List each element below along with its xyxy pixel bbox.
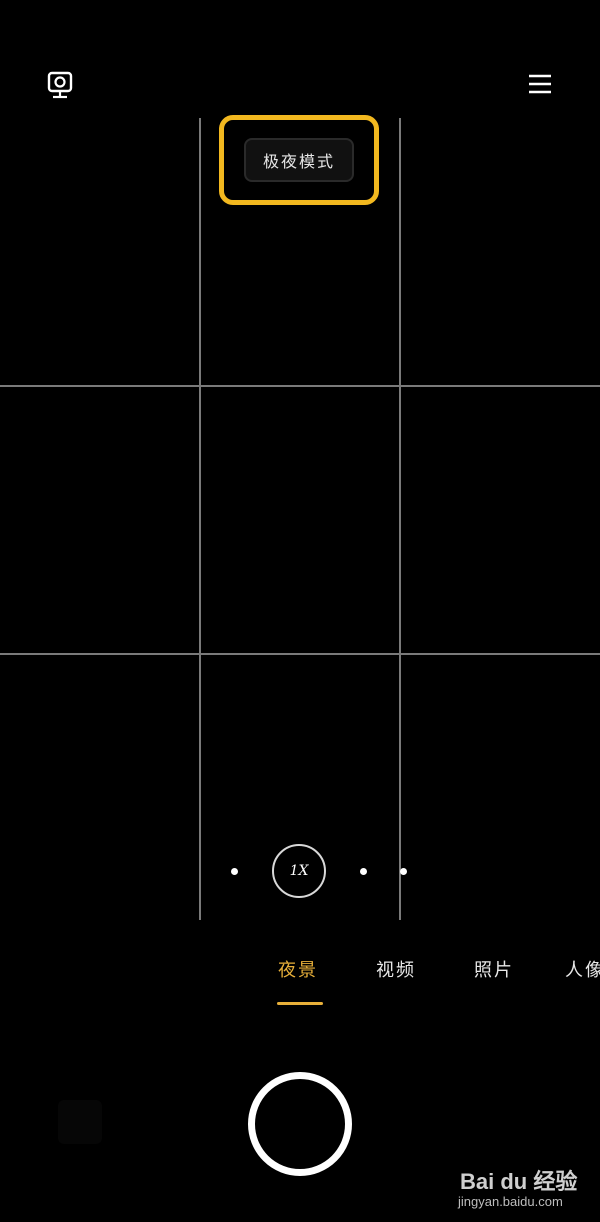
gallery-thumbnail[interactable] — [58, 1100, 102, 1144]
zoom-button[interactable]: 1X — [272, 844, 326, 898]
grid-line-vertical — [199, 118, 201, 920]
zoom-dot[interactable] — [231, 868, 238, 875]
shutter-button[interactable] — [248, 1072, 352, 1176]
watermark-brand: Bai du 经验 — [460, 1169, 578, 1194]
camera-switch-button[interactable] — [44, 68, 76, 100]
grid-line-vertical — [399, 118, 401, 920]
tab-photo[interactable]: 照片 — [474, 956, 514, 982]
active-tab-indicator — [277, 1002, 323, 1005]
menu-button[interactable] — [526, 70, 554, 98]
grid-line-horizontal — [0, 385, 600, 387]
night-mode-label: 极夜模式 — [262, 152, 335, 171]
grid-line-horizontal — [0, 653, 600, 655]
camera-flip-icon — [47, 71, 73, 99]
zoom-label: 1X — [289, 863, 309, 879]
hamburger-menu-icon — [529, 74, 551, 94]
tab-night[interactable]: 夜景 — [278, 956, 318, 982]
night-mode-badge[interactable]: 极夜模式 — [244, 138, 354, 182]
tab-portrait[interactable]: 人像 — [565, 956, 600, 982]
mode-tabs: 夜景 视频 照片 人像 — [0, 956, 600, 996]
watermark-url: jingyan.baidu.com — [458, 1194, 563, 1209]
zoom-dot[interactable] — [360, 868, 367, 875]
tab-video[interactable]: 视频 — [376, 956, 416, 982]
zoom-dot[interactable] — [400, 868, 407, 875]
baidu-watermark: Bai du 经验 jingyan.baidu.com — [458, 1152, 598, 1218]
